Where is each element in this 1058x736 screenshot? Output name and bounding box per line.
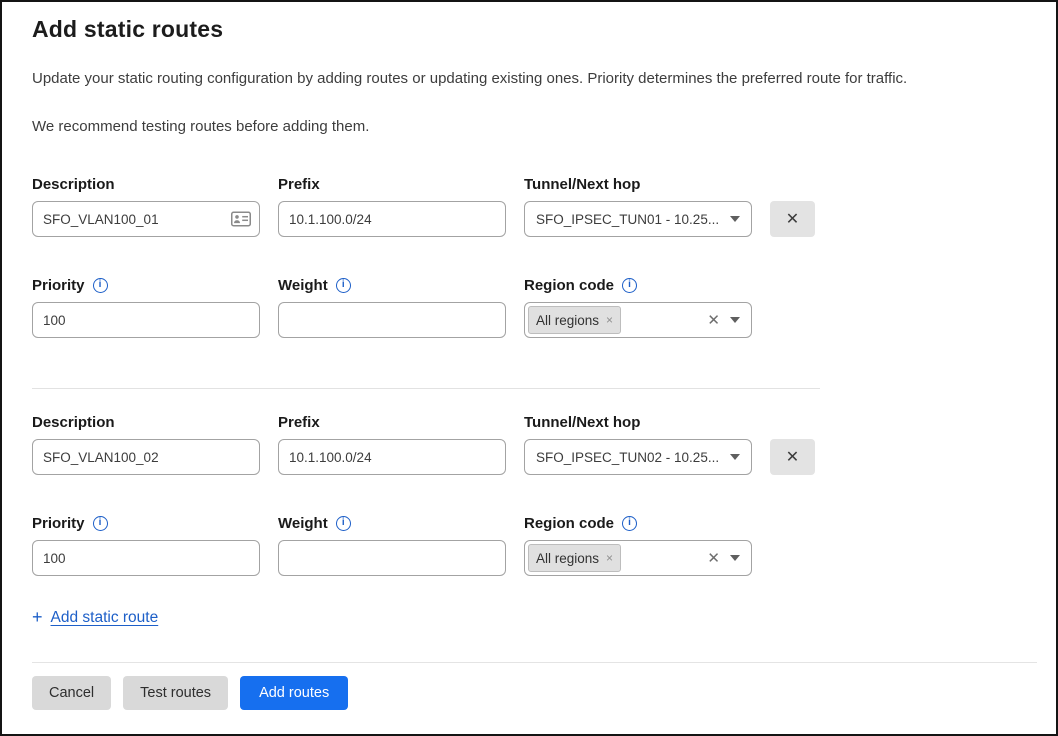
priority-field: Priority i — [32, 513, 260, 576]
weight-input[interactable] — [278, 540, 506, 576]
route-divider — [32, 388, 820, 389]
plus-icon: + — [32, 607, 43, 628]
intro-text: Update your static routing configuration… — [32, 70, 1026, 87]
page-title: Add static routes — [32, 16, 1026, 43]
description-input[interactable] — [32, 201, 260, 237]
tunnel-field: Tunnel/Next hop SFO_IPSEC_TUN02 - 10.25.… — [524, 412, 752, 475]
cancel-button[interactable]: Cancel — [32, 676, 111, 710]
tunnel-selected-value: SFO_IPSEC_TUN02 - 10.25... — [536, 450, 720, 465]
tunnel-selected-value: SFO_IPSEC_TUN01 - 10.25... — [536, 212, 720, 227]
remove-route-button[interactable]: ✕ — [770, 201, 815, 237]
close-icon: ✕ — [786, 449, 799, 466]
info-icon[interactable]: i — [622, 278, 637, 293]
region-tag-label: All regions — [536, 313, 599, 328]
weight-input[interactable] — [278, 302, 506, 338]
info-icon[interactable]: i — [93, 278, 108, 293]
chevron-down-icon — [730, 317, 740, 323]
close-icon: ✕ — [786, 211, 799, 228]
description-label: Description — [32, 414, 115, 431]
description-label: Description — [32, 176, 115, 193]
region-multiselect[interactable]: All regions × ✕ — [524, 540, 752, 576]
info-icon[interactable]: i — [93, 516, 108, 531]
priority-label: Priority — [32, 515, 85, 532]
info-icon[interactable]: i — [622, 516, 637, 531]
prefix-label: Prefix — [278, 176, 320, 193]
add-static-route-label: Add static route — [51, 609, 159, 627]
tag-remove-icon[interactable]: × — [606, 551, 613, 565]
region-multiselect[interactable]: All regions × ✕ — [524, 302, 752, 338]
footer-divider — [32, 662, 1037, 663]
contact-card-autofill-icon[interactable] — [231, 212, 251, 227]
weight-field: Weight i — [278, 513, 506, 576]
weight-field: Weight i — [278, 275, 506, 338]
prefix-label: Prefix — [278, 414, 320, 431]
region-code-field: Region code i All regions × ✕ — [524, 275, 752, 338]
region-code-field: Region code i All regions × ✕ — [524, 513, 752, 576]
tunnel-select[interactable]: SFO_IPSEC_TUN02 - 10.25... — [524, 439, 752, 475]
add-routes-button[interactable]: Add routes — [240, 676, 348, 710]
priority-label: Priority — [32, 277, 85, 294]
remove-route-button[interactable]: ✕ — [770, 439, 815, 475]
recommendation-text: We recommend testing routes before addin… — [32, 118, 1026, 135]
dialog-footer: Cancel Test routes Add routes — [32, 662, 1056, 710]
tunnel-select[interactable]: SFO_IPSEC_TUN01 - 10.25... — [524, 201, 752, 237]
prefix-field: Prefix — [278, 174, 506, 237]
description-field: Description — [32, 174, 260, 237]
priority-field: Priority i — [32, 275, 260, 338]
tunnel-label: Tunnel/Next hop — [524, 414, 640, 431]
route-block-1: Description — [32, 174, 1026, 338]
clear-selection-icon[interactable]: ✕ — [707, 549, 720, 567]
description-field: Description — [32, 412, 260, 475]
chevron-down-icon — [730, 555, 740, 561]
region-tag-label: All regions — [536, 551, 599, 566]
region-code-label: Region code — [524, 515, 614, 532]
description-input[interactable] — [32, 439, 260, 475]
info-icon[interactable]: i — [336, 516, 351, 531]
add-static-route-link[interactable]: + Add static route — [32, 607, 158, 628]
region-tag: All regions × — [528, 306, 621, 334]
priority-input[interactable] — [32, 540, 260, 576]
clear-selection-icon[interactable]: ✕ — [707, 311, 720, 329]
chevron-down-icon — [730, 216, 740, 222]
weight-label: Weight — [278, 515, 328, 532]
info-icon[interactable]: i — [336, 278, 351, 293]
tag-remove-icon[interactable]: × — [606, 313, 613, 327]
prefix-input[interactable] — [278, 201, 506, 237]
region-tag: All regions × — [528, 544, 621, 572]
priority-input[interactable] — [32, 302, 260, 338]
chevron-down-icon — [730, 454, 740, 460]
add-static-routes-dialog: Add static routes Update your static rou… — [0, 0, 1058, 736]
tunnel-label: Tunnel/Next hop — [524, 176, 640, 193]
prefix-field: Prefix — [278, 412, 506, 475]
region-code-label: Region code — [524, 277, 614, 294]
route-block-2: Description Prefix Tunnel/Next hop SFO_I — [32, 412, 1026, 576]
weight-label: Weight — [278, 277, 328, 294]
test-routes-button[interactable]: Test routes — [123, 676, 228, 710]
tunnel-field: Tunnel/Next hop SFO_IPSEC_TUN01 - 10.25.… — [524, 174, 752, 237]
prefix-input[interactable] — [278, 439, 506, 475]
